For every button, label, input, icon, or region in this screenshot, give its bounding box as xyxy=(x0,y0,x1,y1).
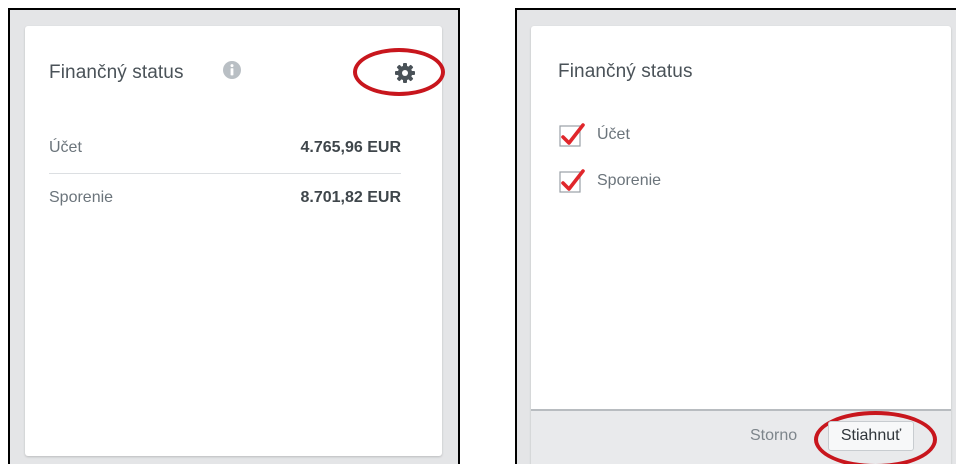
account-row: Účet 4.765,96 EUR xyxy=(49,123,401,174)
download-button[interactable]: Stiahnuť xyxy=(828,421,914,451)
checkbox-account[interactable] xyxy=(559,122,585,148)
left-screenshot-frame: Finančný status Účet 4.765,96 EUR Sporen… xyxy=(8,8,460,464)
financial-status-settings-widget: Finančný status Účet Sporenie Storno Sti… xyxy=(531,26,951,464)
savings-label: Sporenie xyxy=(49,189,114,206)
download-highlight: Stiahnuť xyxy=(814,411,937,464)
cancel-button[interactable]: Storno xyxy=(750,427,797,445)
settings-widget-title: Finančný status xyxy=(558,61,693,82)
right-screenshot-frame: Finančný status Účet Sporenie Storno Sti… xyxy=(515,8,956,464)
settings-highlight xyxy=(353,48,445,96)
widget-title: Finančný status xyxy=(49,62,184,83)
account-label: Účet xyxy=(49,139,82,156)
gear-icon[interactable] xyxy=(394,62,416,84)
option-savings-label: Sporenie xyxy=(597,172,662,189)
option-savings[interactable]: Sporenie xyxy=(559,168,661,194)
savings-balance: 8.701,82 EUR xyxy=(300,189,401,206)
savings-row: Sporenie 8.701,82 EUR xyxy=(49,173,401,223)
option-account-label: Účet xyxy=(597,126,630,143)
financial-status-widget: Finančný status Účet 4.765,96 EUR Sporen… xyxy=(25,26,445,456)
option-account[interactable]: Účet xyxy=(559,122,630,148)
info-icon[interactable] xyxy=(222,60,242,80)
account-balance: 4.765,96 EUR xyxy=(300,139,401,156)
checkbox-savings[interactable] xyxy=(559,168,585,194)
widget-footer: Storno Stiahnuť xyxy=(531,409,951,464)
